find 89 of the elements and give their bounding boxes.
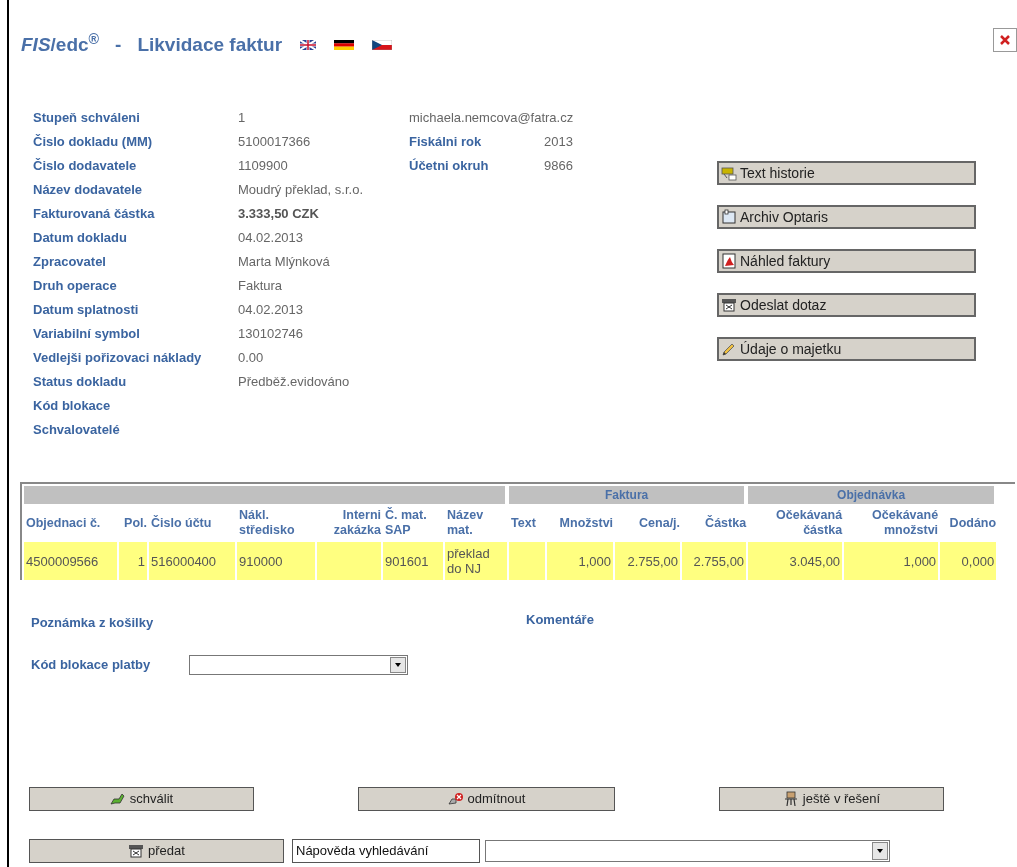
field-label: Stupeň schváleni: [33, 109, 141, 128]
field-value: 1: [238, 109, 246, 128]
field-label: Fakturovaná částka: [33, 205, 156, 224]
action-button[interactable]: ještě v řešení: [719, 786, 944, 811]
email-text: michaela.nemcova@fatra.cz: [409, 109, 574, 128]
flag-icon[interactable]: [334, 40, 355, 50]
field-label: Fiskálni rok: [409, 133, 483, 152]
action-button[interactable]: odmítnout: [358, 786, 615, 811]
table-cell: 3.045,00: [748, 542, 845, 580]
field-label: Zpracovatel: [33, 253, 107, 272]
field-label: Čislo dodavatele: [33, 157, 138, 176]
column-header: Čislo účtu: [150, 514, 213, 532]
search-help-dropdown[interactable]: [485, 839, 890, 862]
column-header: Text: [510, 514, 537, 532]
field-value: 130102746: [238, 325, 304, 344]
folder-icon: [721, 209, 737, 225]
column-header: Množstvi: [558, 514, 615, 532]
column-header: Interni zakázka: [332, 507, 382, 539]
flag-icon[interactable]: [300, 40, 317, 50]
column-header: Dodáno: [948, 514, 998, 532]
field-label: Druh operace: [33, 277, 118, 296]
table-cell: 910000: [237, 542, 317, 580]
comments-label: Komentáře: [526, 611, 594, 629]
table-cell: 1,000: [844, 542, 941, 580]
field-value: 0.00: [238, 349, 264, 368]
printer-icon: [721, 297, 737, 313]
field-label: Vedlejši pořizovaci náklady: [33, 349, 203, 368]
stool-icon: [782, 790, 799, 807]
column-header: Cena/j.: [638, 514, 682, 532]
column-header: Částka: [704, 514, 748, 532]
pencil-icon: [721, 341, 737, 357]
column-header: Očekávané množstvi: [871, 507, 940, 539]
field-label: Kód blokace: [33, 397, 112, 416]
field-label: Variabilní symbol: [33, 325, 141, 344]
table-cell: 901601: [383, 542, 445, 580]
table-cell: [317, 542, 383, 580]
field-label: Status dokladu: [33, 373, 128, 392]
field-value: 2013: [544, 133, 573, 152]
table-cell: 0,000: [940, 542, 999, 580]
column-header: Název mat.: [446, 507, 485, 539]
action-button[interactable]: schválit: [29, 786, 254, 811]
table-cell: 1: [119, 542, 149, 580]
field-label: Čislo dokladu (MM): [33, 133, 154, 152]
field-value: Moudrý překlad, s.r.o.: [238, 181, 363, 200]
toolbar-button[interactable]: Odeslat dotaz: [717, 293, 976, 317]
table-cell: 4500009566: [24, 542, 119, 580]
column-header: Č. mat. SAP: [384, 506, 428, 539]
reject-icon: [447, 790, 464, 807]
app-logo: FIS/edc$^{®}$: [21, 30, 100, 57]
field-label: Datum dokladu: [33, 229, 128, 248]
column-header: Objednaci č.: [25, 514, 102, 532]
table-cell: [509, 542, 548, 580]
table-cell: 516000400: [149, 542, 237, 580]
field-value: 3.333,50 CZK: [238, 205, 319, 224]
field-value: 04.02.2013: [238, 229, 304, 248]
flag-icon[interactable]: [372, 40, 393, 50]
field-value: 04.02.2013: [238, 301, 304, 320]
field-value: Faktura: [238, 277, 283, 296]
field-label: Schvalovatelé: [33, 421, 121, 440]
note-label: Poznámka z košilky: [31, 614, 155, 632]
toolbar-button[interactable]: Náhled faktury: [717, 249, 976, 273]
field-label: Účetni okruh: [409, 157, 490, 176]
pdf-icon: [721, 253, 737, 269]
toolbar-button[interactable]: Text historie: [717, 161, 976, 185]
field-value: 1109900: [238, 157, 288, 176]
title-separator: -: [115, 32, 122, 57]
table-cell: 2.755,00: [682, 542, 749, 580]
field-label: Datum splatnosti: [33, 301, 140, 320]
column-header: Očekávaná částka: [775, 507, 844, 539]
table-cell: překlad do NJ: [445, 542, 510, 580]
table-cell: 1,000: [547, 542, 616, 580]
toolbar-button[interactable]: Údaje o majetku: [717, 337, 976, 361]
field-label: Kód blokace platby: [31, 655, 152, 674]
field-value: Marta Mlýnková: [238, 253, 330, 272]
field-value: 9866: [544, 157, 573, 176]
toolbar-button[interactable]: Archiv Optaris: [717, 205, 976, 229]
search-help-field[interactable]: Nápověda vyhledávání: [292, 838, 480, 863]
page-title: Likvidace faktur: [137, 32, 283, 57]
forward-button[interactable]: předat: [29, 838, 284, 863]
column-header: Pol.: [123, 514, 148, 532]
table-cell: 2.755,00: [615, 542, 683, 580]
column-header: Nákl. středisko: [238, 507, 296, 539]
note-icon: [721, 165, 737, 181]
printer-icon: [128, 842, 145, 859]
field-value: Předběž.evidováno: [238, 373, 350, 392]
close-icon[interactable]: [993, 28, 1017, 52]
field-value: 5100017366: [238, 133, 311, 152]
field-label: Název dodavatele: [33, 181, 144, 200]
block-code-dropdown[interactable]: [189, 654, 408, 675]
